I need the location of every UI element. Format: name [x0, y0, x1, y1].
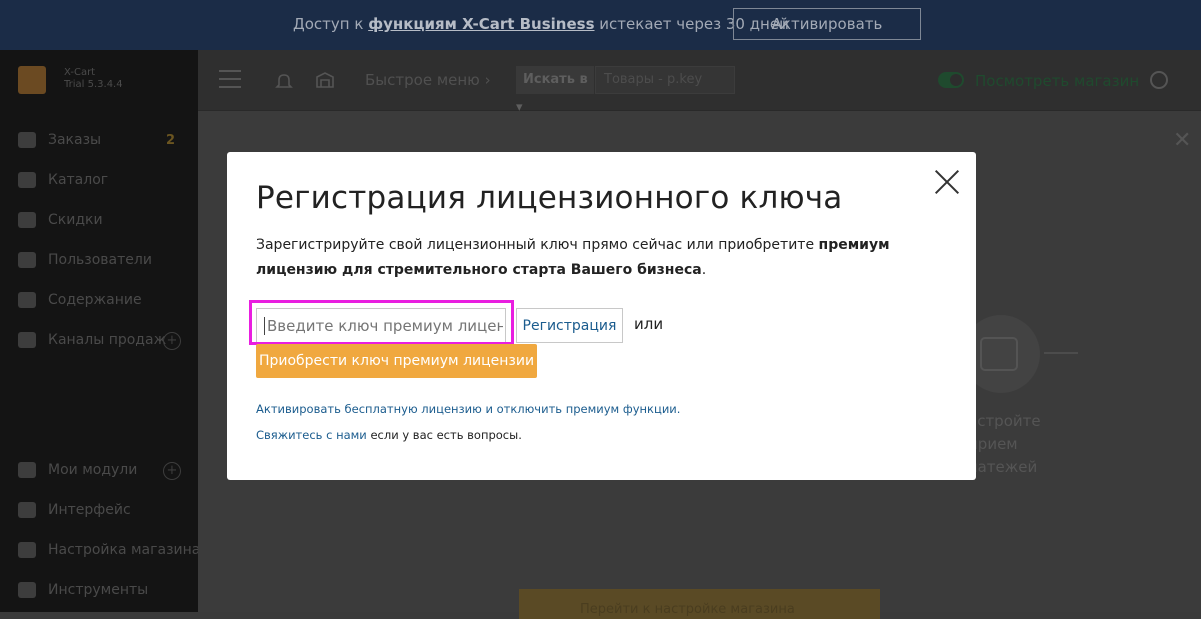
sidebar-item-label: Каналы продаж	[48, 332, 167, 348]
sidebar-item-label: Пользователи	[48, 252, 152, 268]
sidebar-item-label: Инструменты	[48, 582, 149, 598]
description-text: Зарегистрируйте свой лицензионный ключ п…	[256, 237, 819, 253]
sidebar-item-sales-channels[interactable]: Каналы продаж	[18, 328, 166, 352]
sidebar-item-store-setup[interactable]: Настройка магазина	[18, 538, 200, 562]
store-setup-button-label: Перейти к настройке магазина	[580, 602, 795, 617]
buy-premium-key-button[interactable]: Приобрести ключ премиум лицензии	[256, 344, 537, 378]
search-input[interactable]: Товары - p.key	[595, 66, 735, 94]
sidebar-item-catalog[interactable]: Каталог	[18, 168, 108, 192]
contact-us-link[interactable]: Свяжитесь с нами	[256, 428, 367, 442]
sidebar-item-content[interactable]: Содержание	[18, 288, 142, 312]
chevron-right-icon: ›	[484, 71, 491, 89]
store-box-icon[interactable]	[315, 71, 335, 91]
dialog-description: Зарегистрируйте свой лицензионный ключ п…	[256, 233, 956, 283]
wallet-icon	[980, 337, 1018, 371]
background-close-icon: ✕	[1173, 128, 1192, 153]
discount-icon	[18, 212, 36, 228]
quick-menu[interactable]: Быстрое меню ›	[365, 71, 491, 89]
logo-version: Trial 5.3.4.4	[64, 79, 123, 90]
quick-menu-label: Быстрое меню	[365, 71, 480, 89]
users-icon	[18, 252, 36, 268]
add-channel-plus-icon[interactable]: +	[163, 332, 181, 350]
info-icon	[18, 542, 36, 558]
content-icon	[18, 292, 36, 308]
xcart-logo[interactable]	[18, 66, 46, 94]
hamburger-menu-icon[interactable]	[219, 70, 241, 88]
logo-name: X-Cart	[64, 67, 96, 78]
payment-setup-text: астройте прием латежей	[968, 412, 1041, 476]
image-icon	[18, 502, 36, 518]
description-end: .	[701, 262, 707, 278]
sidebar-item-users[interactable]: Пользователи	[18, 248, 152, 272]
close-dialog-icon[interactable]	[935, 170, 959, 194]
sidebar-item-label: Содержание	[48, 292, 142, 308]
gear-icon	[18, 582, 36, 598]
search-scope-label: Искать в	[523, 72, 588, 87]
logo-text: X-Cart Trial 5.3.4.4	[64, 67, 123, 91]
bell-icon[interactable]	[275, 72, 293, 90]
orders-icon	[18, 132, 36, 148]
sidebar-item-my-modules[interactable]: Мои модули	[18, 458, 137, 482]
or-separator: или	[634, 315, 664, 333]
sidebar-item-interface[interactable]: Интерфейс	[18, 498, 131, 522]
storefront-toggle[interactable]	[938, 72, 964, 88]
sidebar-item-label: Мои модули	[48, 462, 138, 478]
modules-icon	[18, 462, 36, 478]
orders-count-badge: 2	[166, 132, 176, 148]
view-store-link[interactable]: Посмотреть магазин	[975, 72, 1139, 90]
sidebar-item-label: Интерфейс	[48, 502, 131, 518]
trial-banner: Доступ к функциям X-Cart Business истека…	[0, 0, 1201, 63]
sidebar-item-label: Каталог	[48, 172, 109, 188]
sidebar-item-orders[interactable]: Заказы 2	[18, 128, 175, 152]
register-button[interactable]: Регистрация	[516, 308, 623, 343]
activate-license-button[interactable]: Активировать лицензию	[733, 8, 921, 63]
connector-dash	[1044, 352, 1078, 354]
dialog-title: Регистрация лицензионного ключа	[256, 180, 843, 216]
banner-message: Доступ к функциям X-Cart Business истека…	[293, 15, 789, 33]
search-scope-select[interactable]: Искать в ▾	[516, 66, 594, 115]
sidebar-item-label: Заказы	[48, 132, 102, 148]
add-module-plus-icon[interactable]: +	[163, 462, 181, 480]
activate-free-license-link[interactable]: Активировать бесплатную лицензию и отклю…	[256, 402, 680, 416]
sidebar-item-tools[interactable]: Инструменты	[18, 578, 148, 602]
focus-highlight	[249, 300, 514, 345]
banner-prefix: Доступ к	[293, 15, 364, 33]
sidebar-item-discounts[interactable]: Скидки	[18, 208, 103, 232]
banner-business-link[interactable]: функциям X-Cart Business	[368, 15, 594, 33]
sidebar-item-label: Скидки	[48, 212, 103, 228]
sidebar-item-label: Настройка магазина	[48, 542, 201, 558]
user-account-icon[interactable]	[1150, 71, 1168, 89]
contact-line: Свяжитесь с нами если у вас есть вопросы…	[256, 428, 522, 442]
tag-icon	[18, 172, 36, 188]
channels-icon	[18, 332, 36, 348]
contact-suffix: если у вас есть вопросы.	[366, 428, 522, 442]
